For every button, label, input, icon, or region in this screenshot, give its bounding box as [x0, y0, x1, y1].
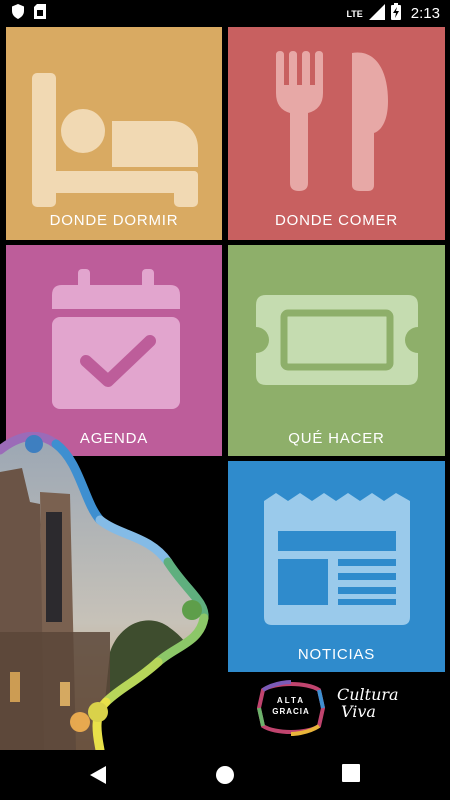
alta-gracia-logo: ALTA GRACIA [255, 680, 327, 741]
tile-noticias[interactable]: NOTICIAS [228, 461, 445, 672]
status-bar: LTE 2:13 [0, 0, 450, 24]
fork-knife-icon [276, 51, 396, 196]
sim-card-icon [34, 4, 46, 24]
battery-charging-icon [390, 3, 401, 24]
tile-donde-comer[interactable]: DONDE COMER [228, 27, 445, 240]
tile-label: DONDE DORMIR [49, 212, 179, 229]
status-time: 2:13 [410, 5, 440, 22]
newspaper-icon [264, 493, 410, 630]
tile-label: DONDE COMER [275, 212, 398, 229]
estancia-photo [0, 431, 215, 755]
shield-icon [12, 4, 24, 24]
cultura-viva-logo-line1: Cultura [337, 685, 399, 704]
tile-label: NOTICIAS [297, 646, 376, 663]
navigation-bar [0, 752, 450, 800]
alta-gracia-logo-line2: GRACIA [272, 707, 310, 716]
bed-icon [32, 73, 198, 212]
alta-gracia-logo-line1: ALTA [276, 696, 306, 705]
signal-icon [368, 3, 385, 24]
tile-agenda[interactable]: AGENDA [6, 245, 222, 456]
logo-row: ALTA GRACIA Cultura Viva [255, 680, 445, 740]
tile-label: QUÉ HACER [288, 430, 385, 447]
back-icon[interactable] [88, 764, 108, 791]
tile-que-hacer[interactable]: QUÉ HACER [228, 245, 445, 456]
recents-icon[interactable] [342, 764, 360, 787]
tile-donde-dormir[interactable]: DONDE DORMIR [6, 27, 222, 240]
network-type: LTE [346, 8, 363, 19]
cultura-viva-logo: Cultura Viva [337, 686, 437, 720]
cultura-viva-logo-line2: Viva [341, 702, 376, 721]
ticket-icon [256, 295, 418, 390]
home-icon[interactable] [214, 764, 236, 791]
calendar-check-icon [52, 269, 180, 414]
